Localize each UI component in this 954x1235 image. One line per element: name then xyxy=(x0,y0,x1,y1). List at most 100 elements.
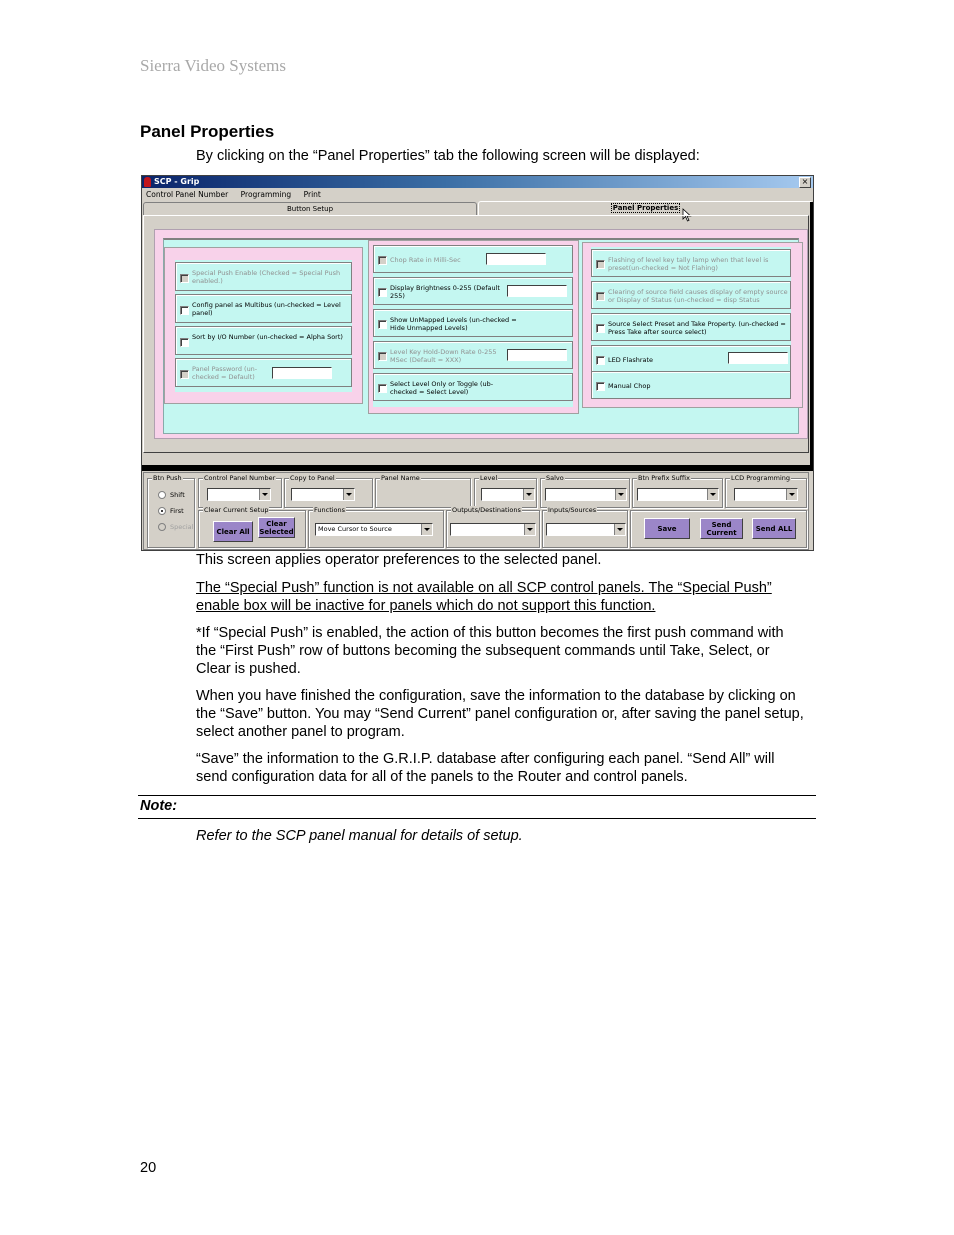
control-panel-number-select[interactable] xyxy=(207,488,271,501)
panel-properties-page: Special Push Enable (Checked = Special P… xyxy=(143,215,809,453)
option-clearing-source-field: Clearing of source field causes display … xyxy=(591,281,791,309)
menu-control-panel-number[interactable]: Control Panel Number xyxy=(146,190,228,199)
show-unmapped-checkbox[interactable] xyxy=(378,320,387,329)
functions-group: Functions Move Cursor to Source xyxy=(308,506,444,548)
btn-prefix-suffix-select[interactable] xyxy=(637,488,719,501)
level-legend: Level xyxy=(479,474,499,482)
copy-to-panel-select[interactable] xyxy=(291,488,355,501)
paragraph-5: “Save” the information to the G.R.I.P. d… xyxy=(196,751,775,785)
send-current-button[interactable]: Send Current xyxy=(700,518,743,539)
options-group-1-inner: Special Push Enable (Checked = Special P… xyxy=(175,260,352,392)
send-all-button[interactable]: Send ALL xyxy=(752,518,796,539)
app-icon xyxy=(144,177,151,187)
intro-text: By clicking on the “Panel Properties” ta… xyxy=(196,148,700,164)
flashing-tally-checkbox[interactable] xyxy=(596,260,605,269)
display-brightness-input[interactable] xyxy=(507,285,567,297)
radio-icon xyxy=(158,491,166,499)
clear-current-setup-legend: Clear Current Setup xyxy=(203,506,270,514)
page-number: 20 xyxy=(140,1160,157,1176)
source-select-preset-checkbox[interactable] xyxy=(596,324,605,333)
salvo-select[interactable] xyxy=(545,488,627,501)
panel-password-checkbox[interactable] xyxy=(180,370,189,379)
option-label: Manual Chop xyxy=(608,382,651,390)
option-special-push-enable: Special Push Enable (Checked = Special P… xyxy=(175,262,352,291)
tab-panel-properties-label: Panel Properties xyxy=(610,203,681,213)
paragraph-1: This screen applies operator preferences… xyxy=(196,552,602,568)
option-label: Source Select Preset and Take Property. … xyxy=(608,320,786,336)
note-text: Refer to the SCP panel manual for detail… xyxy=(196,828,523,844)
outputs-destinations-group: Outputs/Destinations xyxy=(446,506,540,548)
radio-icon xyxy=(158,523,166,531)
save-button[interactable]: Save xyxy=(644,518,690,539)
paragraph-3: *If “Special Push” is enabled, the actio… xyxy=(196,625,784,677)
actions-group: Save Send Current Send ALL xyxy=(630,510,807,548)
chevron-down-icon xyxy=(786,489,797,500)
clear-selected-button[interactable]: Clear Selected xyxy=(258,517,295,538)
options-group-2: Chop Rate in Milli-Sec Display Brightnes… xyxy=(368,240,579,414)
inputs-sources-select[interactable] xyxy=(546,523,626,536)
note-rule-bottom xyxy=(138,818,816,819)
radio-label: First xyxy=(170,507,184,515)
panel-name-group: Panel Name xyxy=(375,474,471,508)
chevron-down-icon xyxy=(615,489,626,500)
panel-password-input[interactable] xyxy=(272,367,332,379)
options-group-2-inner: Chop Rate in Milli-Sec Display Brightnes… xyxy=(373,245,573,407)
paragraph-2: The “Special Push” function is not avail… xyxy=(196,580,772,614)
header-brand: Sierra Video Systems xyxy=(140,56,286,75)
section-title: Panel Properties xyxy=(140,122,275,141)
menu-print[interactable]: Print xyxy=(304,190,321,199)
title-bar: SCP - Grip × xyxy=(142,176,813,188)
select-level-toggle-checkbox[interactable] xyxy=(378,384,387,393)
clear-all-button[interactable]: Clear All xyxy=(213,521,253,542)
radio-label: Special xyxy=(170,523,194,531)
lcd-programming-group: LCD Programming xyxy=(725,474,807,508)
sort-by-io-checkbox[interactable] xyxy=(180,338,189,347)
tab-panel-properties[interactable]: Panel Properties xyxy=(478,201,813,216)
chop-rate-checkbox[interactable] xyxy=(378,256,387,265)
chop-rate-input[interactable] xyxy=(486,253,546,265)
app-window: SCP - Grip × Control Panel Number Progra… xyxy=(141,175,814,551)
outputs-destinations-select[interactable] xyxy=(450,523,536,536)
outputs-destinations-legend: Outputs/Destinations xyxy=(451,506,522,514)
display-brightness-checkbox[interactable] xyxy=(378,288,387,297)
close-button[interactable]: × xyxy=(799,177,811,188)
option-level-key-hold-down: Level Key Hold-Down Rate 0-255 MSec (Def… xyxy=(373,341,573,369)
option-label: Sort by I/O Number (un-checked = Alpha S… xyxy=(192,333,343,341)
option-panel-password: Panel Password (un-checked = Default) xyxy=(175,358,352,387)
btn-push-group: Btn Push Shift First Special xyxy=(147,474,195,548)
level-key-hold-checkbox[interactable] xyxy=(378,352,387,361)
lcd-programming-select[interactable] xyxy=(734,488,798,501)
btn-push-legend: Btn Push xyxy=(152,474,183,482)
option-select-level-toggle: Select Level Only or Toggle (ub-checked … xyxy=(373,373,573,401)
functions-select[interactable]: Move Cursor to Source xyxy=(315,523,433,536)
chevron-down-icon xyxy=(524,524,535,535)
special-push-checkbox[interactable] xyxy=(180,274,189,283)
option-label: Clearing of source field causes display … xyxy=(608,288,788,304)
copy-to-panel-group: Copy to Panel xyxy=(284,474,373,508)
chevron-down-icon xyxy=(707,489,718,500)
option-led-flashrate: LED Flashrate xyxy=(591,345,791,372)
led-flashrate-checkbox[interactable] xyxy=(596,356,605,365)
level-key-hold-input[interactable] xyxy=(507,349,567,361)
options-group-3-inner: Flashing of level key tally lamp when th… xyxy=(591,247,791,399)
led-flashrate-input[interactable] xyxy=(728,352,788,364)
config-multibus-checkbox[interactable] xyxy=(180,306,189,315)
radio-special[interactable]: Special xyxy=(158,523,193,531)
option-show-unmapped-levels: Show UnMapped Levels (un-checked = Hide … xyxy=(373,309,573,337)
properties-area: Special Push Enable (Checked = Special P… xyxy=(163,238,803,434)
level-select[interactable] xyxy=(481,488,535,501)
chevron-down-icon xyxy=(343,489,354,500)
control-strip: Btn Push Shift First Special Control Pan… xyxy=(143,472,809,550)
manual-chop-checkbox[interactable] xyxy=(596,382,605,391)
radio-shift[interactable]: Shift xyxy=(158,491,185,499)
control-panel-number-group: Control Panel Number xyxy=(198,474,282,508)
radio-first[interactable]: First xyxy=(158,507,184,515)
menu-programming[interactable]: Programming xyxy=(241,190,292,199)
lcd-programming-legend: LCD Programming xyxy=(730,474,792,482)
clearing-source-checkbox[interactable] xyxy=(596,292,605,301)
tab-button-setup[interactable]: Button Setup xyxy=(143,202,477,215)
window-title: SCP - Grip xyxy=(154,177,200,186)
option-sort-by-io: Sort by I/O Number (un-checked = Alpha S… xyxy=(175,326,352,355)
chevron-down-icon xyxy=(614,524,625,535)
note-rule-top xyxy=(138,795,816,796)
